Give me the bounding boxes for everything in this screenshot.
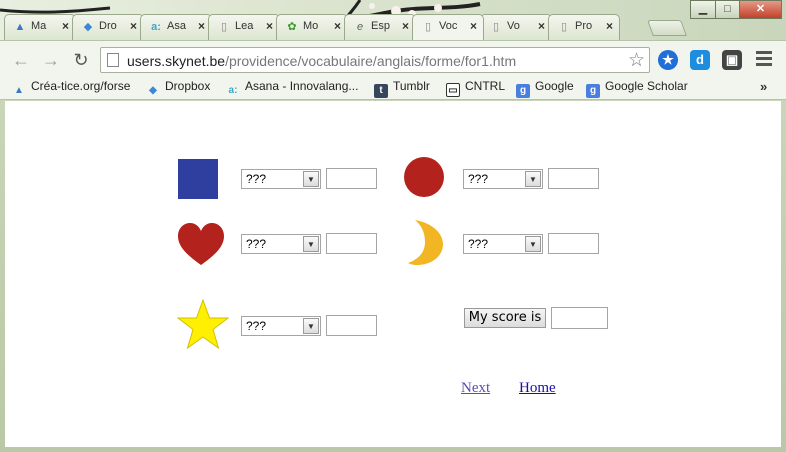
star-extension-icon[interactable]: ★: [658, 50, 678, 70]
tab-4[interactable]: ▯ Lea ×: [208, 14, 280, 40]
dropbox-icon: ◆: [149, 85, 157, 96]
close-icon[interactable]: ×: [62, 19, 69, 33]
answer-field-4[interactable]: [548, 233, 599, 254]
evernote-extension-icon[interactable]: ▣: [722, 50, 742, 70]
page-icon: ▯: [424, 21, 432, 33]
minimize-button[interactable]: ▁: [690, 0, 716, 19]
page-content: ??? ▼ ??? ▼ ??? ▼ ??? ▼ ??? ▼ My score i…: [5, 101, 781, 447]
forward-arrow-icon[interactable]: →: [40, 49, 62, 71]
answer-field-5[interactable]: [326, 315, 377, 336]
bookmark-tumblr[interactable]: t Tumblr: [374, 79, 430, 98]
google-icon: g: [516, 84, 530, 98]
tab-9[interactable]: ▯ Pro ×: [548, 14, 620, 40]
tab-2[interactable]: ◆ Dro ×: [72, 14, 144, 40]
back-arrow-icon[interactable]: ←: [10, 49, 32, 71]
bookmark-dropbox[interactable]: ◆ Dropbox: [146, 79, 210, 97]
page-icon: [107, 53, 119, 67]
my-score-button[interactable]: My score is: [464, 308, 546, 328]
address-bar[interactable]: users.skynet.be/providence/vocabulaire/a…: [100, 47, 650, 73]
dropbox-icon: ◆: [83, 21, 93, 33]
bookmark-forse[interactable]: ▲ Créa-tice.org/forse: [12, 79, 130, 97]
page-icon: ▯: [220, 21, 228, 33]
maximize-button[interactable]: □: [715, 0, 740, 19]
reload-icon[interactable]: ↻: [70, 49, 92, 71]
close-window-button[interactable]: ✕: [739, 0, 782, 19]
close-icon[interactable]: ×: [130, 19, 137, 33]
forse-icon: ▲: [14, 85, 24, 96]
next-link[interactable]: Next: [461, 380, 490, 397]
close-icon[interactable]: ×: [402, 19, 409, 33]
close-icon[interactable]: ×: [606, 19, 613, 33]
shape-select-4[interactable]: ??? ▼: [463, 234, 543, 254]
menu-icon[interactable]: [756, 51, 772, 67]
heart-shape: [178, 223, 224, 265]
bookmark-cntrl[interactable]: ▭ CNTRL: [446, 79, 505, 97]
chevron-down-icon: ▼: [303, 171, 319, 187]
shape-select-3[interactable]: ??? ▼: [241, 234, 321, 254]
bookmarks-overflow-icon[interactable]: »: [760, 79, 767, 94]
tab-7-active[interactable]: ▯ Voc ×: [412, 14, 484, 40]
tab-3[interactable]: a: Asa ×: [140, 14, 212, 40]
title-bar: ▲ Ma × ◆ Dro × a: Asa × ▯ Lea × ✿ Mo × e…: [0, 0, 786, 40]
close-icon[interactable]: ×: [198, 19, 205, 33]
tab-1[interactable]: ▲ Ma ×: [4, 14, 76, 40]
asana-icon: a:: [151, 21, 161, 33]
asana-icon: a:: [228, 85, 238, 96]
browser-toolbar: ← → ↻ users.skynet.be/providence/vocabul…: [0, 40, 786, 76]
bookmark-google[interactable]: g Google: [516, 79, 574, 98]
e-icon: e: [356, 21, 364, 33]
shape-select-1[interactable]: ??? ▼: [241, 169, 321, 189]
scholar-icon: g: [586, 84, 600, 98]
answer-field-2[interactable]: [548, 168, 599, 189]
page-icon: ▯: [560, 21, 568, 33]
page-icon: ▯: [492, 21, 500, 33]
chevron-down-icon: ▼: [303, 318, 319, 334]
crescent-moon-shape: [408, 220, 443, 265]
star-shape: [177, 299, 229, 350]
bookmark-star-icon[interactable]: ☆: [628, 49, 645, 72]
answer-field-3[interactable]: [326, 233, 377, 254]
tab-8[interactable]: ▯ Vo ×: [480, 14, 552, 40]
chevron-down-icon: ▼: [303, 236, 319, 252]
bookmarks-bar: ▲ Créa-tice.org/forse ◆ Dropbox a: Asana - …: [0, 76, 786, 100]
shape-select-5[interactable]: ??? ▼: [241, 316, 321, 336]
home-link[interactable]: Home: [519, 380, 556, 397]
flower-icon: ✿: [287, 21, 297, 33]
answer-field-1[interactable]: [326, 168, 377, 189]
bookmark-asana[interactable]: a: Asana - Innovalang...: [226, 79, 359, 97]
score-field[interactable]: [551, 307, 608, 329]
forse-icon: ▲: [14, 21, 26, 33]
url-text: users.skynet.be/providence/vocabulaire/a…: [127, 53, 517, 69]
square-shape: [178, 159, 218, 199]
new-tab-button[interactable]: [647, 20, 687, 36]
circle-shape: [404, 157, 444, 197]
cntrl-icon: ▭: [446, 83, 460, 97]
d-extension-icon[interactable]: d: [690, 50, 710, 70]
close-icon[interactable]: ×: [470, 19, 477, 33]
close-icon[interactable]: ×: [266, 19, 273, 33]
tab-5[interactable]: ✿ Mo ×: [276, 14, 348, 40]
shape-select-2[interactable]: ??? ▼: [463, 169, 543, 189]
chevron-down-icon: ▼: [525, 171, 541, 187]
chevron-down-icon: ▼: [525, 236, 541, 252]
bookmark-google-scholar[interactable]: g Google Scholar: [586, 79, 688, 98]
tumblr-icon: t: [374, 84, 388, 98]
tab-6[interactable]: e Esp ×: [344, 14, 416, 40]
close-icon[interactable]: ×: [538, 19, 545, 33]
close-icon[interactable]: ×: [334, 19, 341, 33]
